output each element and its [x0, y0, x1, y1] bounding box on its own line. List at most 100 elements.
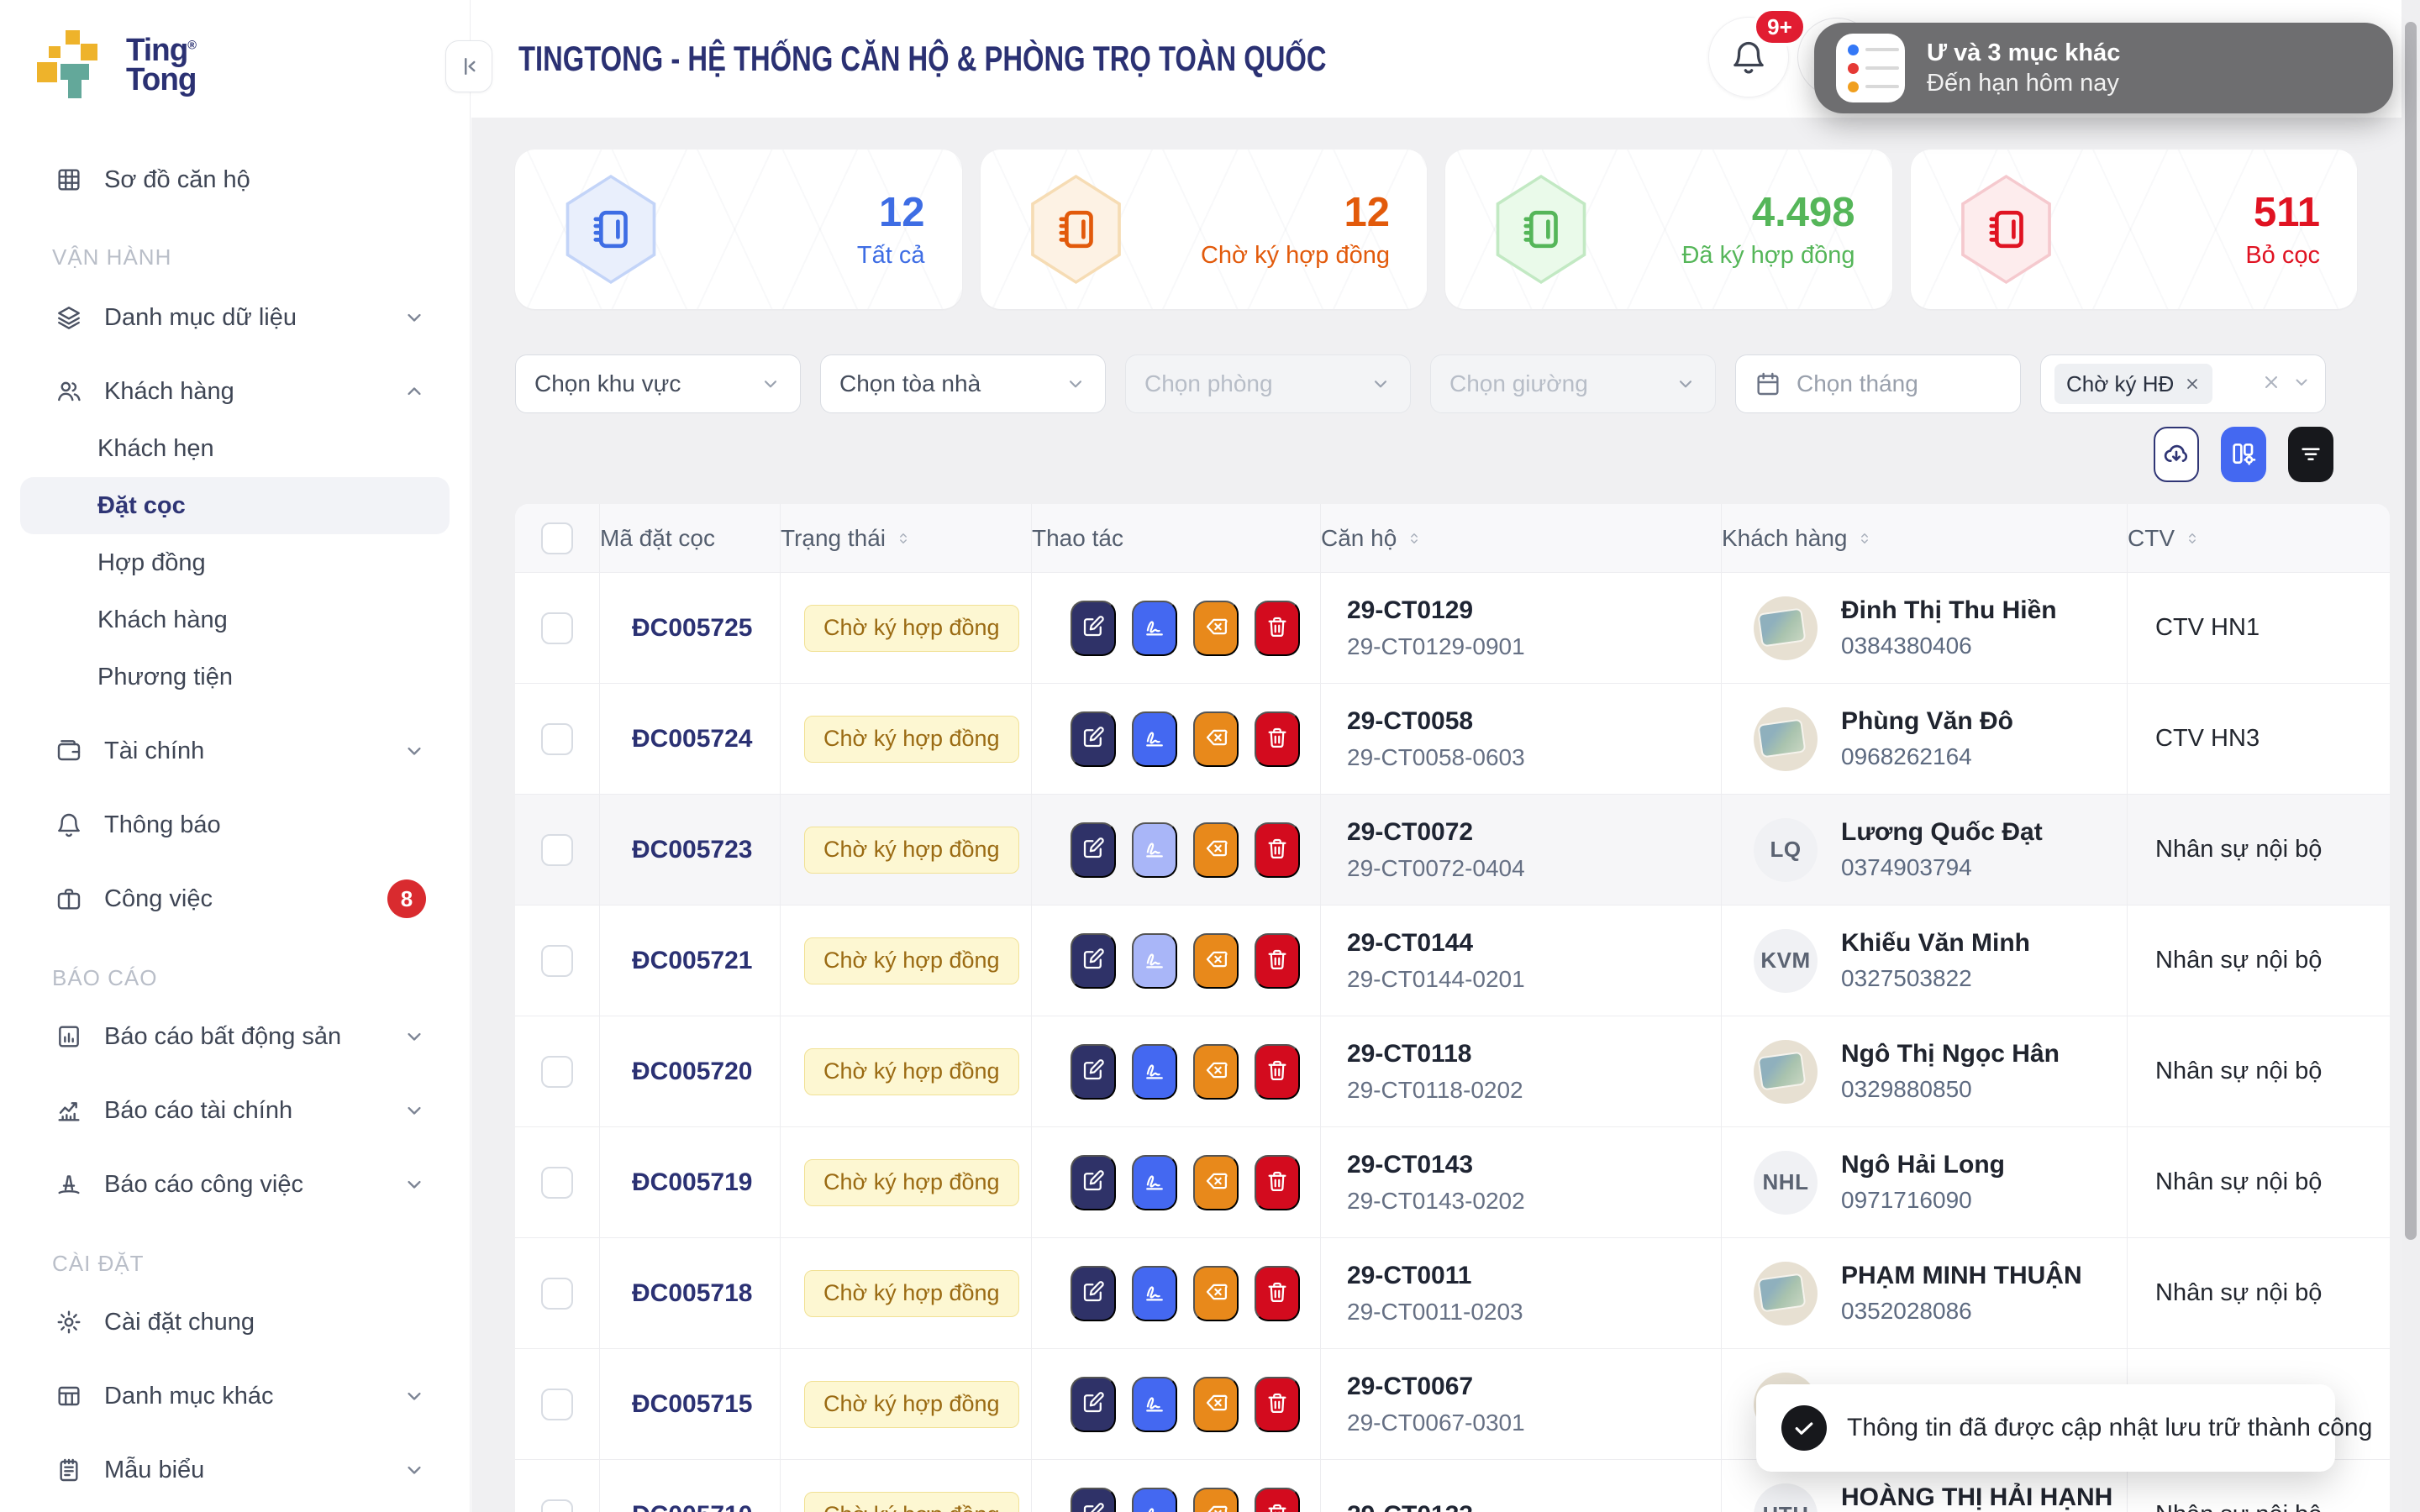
edit-button[interactable]: [1071, 601, 1116, 656]
ctv-label: CTV HN1: [2128, 573, 2390, 683]
cancel-deposit-button[interactable]: [1193, 1155, 1239, 1210]
notification-bell-button[interactable]: 9+: [1708, 17, 1789, 97]
edit-button[interactable]: [1071, 1266, 1116, 1321]
sidebar-item-label: Thông báo: [104, 811, 221, 839]
stat-card[interactable]: 12Chờ ký hợp đồng: [981, 150, 1428, 309]
column-header[interactable]: CTV: [2128, 525, 2175, 552]
edit-button[interactable]: [1071, 1377, 1116, 1432]
delete-button[interactable]: [1255, 1044, 1300, 1100]
cancel-deposit-button[interactable]: [1193, 1377, 1239, 1432]
scrollbar-track[interactable]: [2402, 0, 2420, 1512]
delete-button[interactable]: [1255, 711, 1300, 767]
sidebar-item[interactable]: Danh mục dữ liệu: [20, 289, 450, 346]
delete-button[interactable]: [1255, 933, 1300, 989]
sign-contract-button[interactable]: [1132, 1377, 1177, 1432]
sidebar-item[interactable]: Khách hàng: [20, 363, 450, 420]
cancel-deposit-button[interactable]: [1193, 822, 1239, 878]
select-all-checkbox[interactable]: [541, 522, 573, 554]
delete-button[interactable]: [1255, 1377, 1300, 1432]
sign-contract-button[interactable]: [1132, 1266, 1177, 1321]
row-checkbox[interactable]: [541, 834, 573, 866]
scrollbar-thumb[interactable]: [2405, 22, 2417, 1240]
sidebar-collapse-button[interactable]: [445, 40, 492, 92]
sign-contract-button[interactable]: [1132, 1488, 1177, 1512]
sign-contract-button[interactable]: [1132, 822, 1177, 878]
sidebar-subitem[interactable]: Phương tiện: [20, 648, 450, 706]
sidebar-item[interactable]: Sơ đồ căn hộ: [20, 151, 450, 208]
row-checkbox[interactable]: [541, 612, 573, 644]
edit-button[interactable]: [1071, 711, 1116, 767]
filter-select[interactable]: Chọn khu vực: [515, 354, 801, 413]
row-checkbox[interactable]: [541, 1056, 573, 1088]
row-checkbox[interactable]: [541, 945, 573, 977]
row-checkbox[interactable]: [541, 1278, 573, 1310]
filter-lines-button[interactable]: [2288, 427, 2333, 482]
cancel-deposit-button[interactable]: [1193, 601, 1239, 656]
status-badge: Chờ ký hợp đồng: [804, 1159, 1019, 1206]
delete-button[interactable]: [1255, 1155, 1300, 1210]
sign-contract-button[interactable]: [1132, 1044, 1177, 1100]
delete-button[interactable]: [1255, 601, 1300, 656]
filter-select[interactable]: Chọn tháng: [1735, 354, 2021, 413]
column-header[interactable]: Thao tác: [1032, 525, 1123, 552]
edit-button[interactable]: [1071, 1155, 1116, 1210]
columns-gear-button[interactable]: [2221, 427, 2266, 482]
sort-icon[interactable]: [1855, 529, 1874, 548]
column-header[interactable]: Căn hộ: [1321, 525, 1397, 552]
sidebar-item[interactable]: Tài chính: [20, 722, 450, 780]
cancel-deposit-button[interactable]: [1193, 1266, 1239, 1321]
apartment-code: 29-CT0143: [1347, 1151, 1473, 1179]
edit-button[interactable]: [1071, 1044, 1116, 1100]
sidebar-item[interactable]: Báo cáo tài chính: [20, 1082, 450, 1139]
row-checkbox[interactable]: [541, 1389, 573, 1420]
edit-button[interactable]: [1071, 1488, 1116, 1512]
column-header[interactable]: Trạng thái: [781, 525, 886, 552]
sidebar-item[interactable]: Cài đặt chung: [20, 1294, 450, 1351]
row-checkbox[interactable]: [541, 1499, 573, 1512]
status-filter-select[interactable]: Chờ ký HĐ: [2040, 354, 2326, 413]
row-checkbox[interactable]: [541, 1167, 573, 1199]
cancel-deposit-button[interactable]: [1193, 1488, 1239, 1512]
reminder-toast[interactable]: Ư và 3 mục khác Đến hạn hôm nay: [1814, 23, 2393, 113]
deposit-code: ĐC005721: [600, 906, 781, 1016]
cloud-download-button[interactable]: [2154, 427, 2199, 482]
column-header[interactable]: Mã đặt cọc: [600, 525, 715, 552]
ctv-label: Nhân sự nội bộ: [2128, 1238, 2390, 1348]
stat-card[interactable]: 511Bỏ cọc: [1911, 150, 2358, 309]
sidebar-item[interactable]: Công việc8: [20, 870, 450, 927]
delete-button[interactable]: [1255, 1266, 1300, 1321]
sidebar-subitem[interactable]: Đặt cọc: [20, 477, 450, 534]
sidebar-subitem[interactable]: Hợp đồng: [20, 534, 450, 591]
sign-contract-button[interactable]: [1132, 601, 1177, 656]
cancel-deposit-button[interactable]: [1193, 1044, 1239, 1100]
cancel-deposit-button[interactable]: [1193, 933, 1239, 989]
sidebar-item[interactable]: Báo cáo bất động sản: [20, 1008, 450, 1065]
sidebar-subitem[interactable]: Khách hẹn: [20, 420, 450, 477]
delete-button[interactable]: [1255, 822, 1300, 878]
sidebar-subitem-label: Đặt cọc: [97, 492, 186, 520]
sort-icon[interactable]: [2183, 529, 2202, 548]
filter-select[interactable]: Chọn tòa nhà: [820, 354, 1106, 413]
clear-icon[interactable]: [2261, 372, 2281, 396]
row-checkbox[interactable]: [541, 723, 573, 755]
column-header[interactable]: Khách hàng: [1722, 525, 1847, 552]
sidebar-item[interactable]: Danh mục khác: [20, 1368, 450, 1425]
sort-icon[interactable]: [894, 529, 913, 548]
sidebar-item[interactable]: Thông báo: [20, 796, 450, 853]
sign-contract-button[interactable]: [1132, 933, 1177, 989]
sidebar-item[interactable]: Báo cáo công việc: [20, 1156, 450, 1213]
sidebar-subitem[interactable]: Khách hàng: [20, 591, 450, 648]
sign-contract-button[interactable]: [1132, 711, 1177, 767]
sort-icon[interactable]: [1405, 529, 1423, 548]
status-badge: Chờ ký hợp đồng: [804, 605, 1019, 652]
edit-button[interactable]: [1071, 933, 1116, 989]
sign-contract-button[interactable]: [1132, 1155, 1177, 1210]
stat-card[interactable]: 4.498Đã ký hợp đồng: [1445, 150, 1892, 309]
cancel-deposit-button[interactable]: [1193, 711, 1239, 767]
users-icon: [55, 377, 84, 406]
sidebar-item[interactable]: Mẫu biểu: [20, 1441, 450, 1499]
stat-card[interactable]: 12Tất cả: [515, 150, 962, 309]
edit-button[interactable]: [1071, 822, 1116, 878]
delete-button[interactable]: [1255, 1488, 1300, 1512]
status-filter-tag[interactable]: Chờ ký HĐ: [2054, 364, 2212, 404]
